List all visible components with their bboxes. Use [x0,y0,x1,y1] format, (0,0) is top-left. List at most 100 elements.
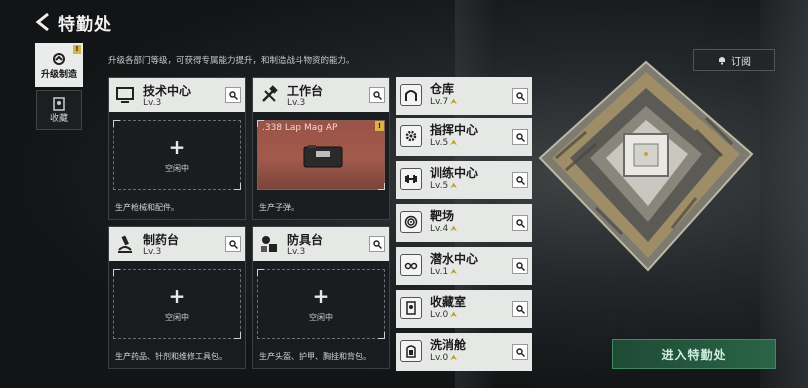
slot-status: 空闲中 [309,312,333,322]
product-name: .338 Lap Mag AP [262,123,338,133]
card-tech-center[interactable]: 技术中心 Lv.3 + 空闲中 生产枪械和配件。 [108,77,246,220]
microscope-icon [118,235,132,253]
plus-icon: + [312,283,330,308]
plus-icon: + [168,283,186,308]
tab-label: 升级制造 [40,69,77,80]
search-button[interactable] [512,301,528,317]
card-level: Lv.3 [287,98,306,108]
search-button[interactable] [512,172,528,188]
facility-name: 洗消舱 [430,338,467,352]
facility-level: Lv.0 ⮝ [430,310,457,320]
card-workbench[interactable]: 工作台 Lv.3 .338 Lap Mag AP ! 生产子弹。 [252,77,390,220]
tab-collection[interactable]: 收藏 [36,90,82,130]
upgrade-arrow-icon: ⮝ [450,138,458,147]
craft-slot-empty[interactable]: + 空闲中 [257,269,385,339]
facility-name: 靶场 [430,209,455,223]
header: 特勤处 [0,0,808,44]
card-armor-bench[interactable]: 防具台 Lv.3 + 空闲中 生产头盔、护甲、胸挂和背包。 [252,226,390,369]
facility-level: Lv.1 ⮝ [430,267,457,277]
warehouse-icon [400,84,422,106]
search-button[interactable] [369,87,385,103]
facility-training-center[interactable]: 训练中心 Lv.5 ⮝ [396,161,532,199]
card-level: Lv.3 [287,247,306,257]
level-text: Lv.0 [430,310,449,320]
subscribe-button[interactable]: 订阅 [693,49,775,71]
subscribe-label: 订阅 [731,56,751,68]
upgrade-gear-icon [53,52,65,65]
search-button[interactable] [225,236,241,252]
collection-icon [400,297,422,319]
facility-level: Lv.0 ⮝ [430,353,457,363]
facility-level: Lv.7 ⮝ [430,97,457,107]
diving-icon [400,254,422,276]
level-text: Lv.0 [430,353,449,363]
search-button[interactable] [225,87,241,103]
facility-name: 潜水中心 [430,252,479,266]
level-text: Lv.5 [430,181,449,191]
facility-level: Lv.5 ⮝ [430,138,457,148]
search-icon [228,239,238,249]
search-icon [515,347,525,357]
facility-name: 指挥中心 [430,123,479,137]
card-level: Lv.3 [143,98,162,108]
search-button[interactable] [512,129,528,145]
craft-slot-empty[interactable]: + 空闲中 [113,120,241,190]
card-pharmacy[interactable]: 制药台 Lv.3 + 空闲中 生产药品、针剂和维修工具包。 [108,226,246,369]
plus-icon: + [168,134,186,159]
level-text: Lv.7 [430,97,449,107]
upgrade-arrow-icon: ⮝ [450,267,458,276]
card-name: 工作台 [287,84,324,98]
enter-special-ops-button[interactable]: 进入特勤处 [612,339,776,369]
facility-name: 收藏室 [430,295,467,309]
facility-command-center[interactable]: 指挥中心 Lv.5 ⮝ [396,118,532,156]
card-name: 制药台 [143,233,180,247]
search-icon [515,261,525,271]
upgrade-arrow-icon: ⮝ [450,310,458,319]
card-description: 生产药品、针剂和维修工具包。 [115,352,227,361]
search-button[interactable] [369,236,385,252]
upgrade-arrow-icon: ⮝ [450,353,458,362]
monitor-icon [116,87,134,103]
search-icon [515,91,525,101]
upgrade-arrow-icon: ⮝ [450,181,458,190]
search-button[interactable] [512,215,528,231]
card-header: 制药台 Lv.3 [109,227,245,261]
product-alert-badge: ! [375,121,384,131]
back-arrow-icon[interactable] [34,12,52,32]
armor-icon [261,236,277,252]
facility-warehouse[interactable]: 仓库 Lv.7 ⮝ [396,77,532,115]
level-text: Lv.1 [430,267,449,277]
card-header: 防具台 Lv.3 [253,227,389,261]
facility-diving-center[interactable]: 潜水中心 Lv.1 ⮝ [396,247,532,285]
facility-level: Lv.4 ⮝ [430,224,457,234]
level-text: Lv.4 [430,224,449,234]
search-button[interactable] [512,344,528,360]
search-button[interactable] [512,258,528,274]
card-header: 工作台 Lv.3 [253,78,389,112]
search-icon [515,218,525,228]
card-description: 生产枪械和配件。 [115,203,179,212]
search-icon [228,90,238,100]
card-header: 技术中心 Lv.3 [109,78,245,112]
gear-icon [400,125,422,147]
search-icon [515,175,525,185]
decontamination-icon [400,340,422,362]
upgrade-arrow-icon: ⮝ [450,224,458,233]
bell-icon [719,57,725,65]
facility-cube-illustration [538,60,754,272]
ammo-box-icon [303,145,343,168]
tab-upgrade-craft[interactable]: 升级制造 ! [35,43,83,87]
facility-name: 仓库 [430,82,455,96]
facility-collection-room[interactable]: 收藏室 Lv.0 ⮝ [396,290,532,328]
target-icon [400,211,422,233]
dumbbell-icon [400,168,422,190]
craft-slot-empty[interactable]: + 空闲中 [113,269,241,339]
facility-shooting-range[interactable]: 靶场 Lv.4 ⮝ [396,204,532,242]
card-name: 技术中心 [143,84,192,98]
hammer-icon [262,85,278,102]
search-icon [372,90,382,100]
search-button[interactable] [512,88,528,104]
facility-decontamination[interactable]: 洗消舱 Lv.0 ⮝ [396,333,532,371]
level-text: Lv.5 [430,138,449,148]
craft-slot-product[interactable]: .338 Lap Mag AP ! [257,120,385,190]
